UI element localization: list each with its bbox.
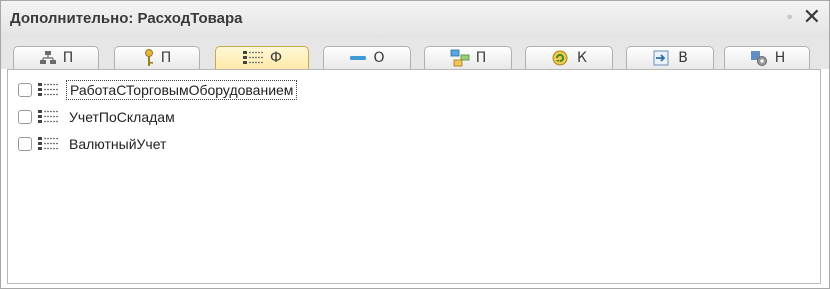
tab-7-label: В: [678, 50, 688, 66]
tree-grid-icon: [450, 49, 470, 67]
list-icon: [242, 50, 264, 66]
list-icon: [37, 82, 59, 98]
checkbox[interactable]: [18, 137, 32, 151]
tab-6-label: К: [577, 50, 587, 66]
tab-7[interactable]: В: [626, 46, 714, 69]
tab-8[interactable]: Н: [724, 46, 810, 69]
tab-2-label: П: [160, 50, 172, 66]
tab-2[interactable]: П: [114, 46, 200, 69]
tab-4[interactable]: О: [323, 46, 411, 69]
options-list: РаботаСТорговымОборудованием УчетПоСклад…: [7, 69, 821, 284]
option-label: УчетПоСкладам: [69, 109, 175, 125]
command-refresh-icon: [551, 49, 571, 67]
minus-bar-icon: [349, 53, 367, 63]
list-item[interactable]: ВалютныйУчет: [18, 133, 169, 155]
tab-5[interactable]: П: [424, 46, 512, 69]
tab-4-label: О: [373, 50, 385, 66]
key-icon: [143, 49, 155, 67]
window-title: Дополнительно: РасходТовара: [10, 10, 243, 27]
tab-5-label: П: [475, 50, 487, 66]
settings-icon: [749, 49, 769, 67]
close-icon[interactable]: ✕: [803, 5, 821, 30]
list-item[interactable]: РаботаСТорговымОборудованием: [18, 79, 298, 101]
list-icon: [37, 109, 59, 125]
tab-6[interactable]: К: [525, 46, 613, 69]
tab-8-label: Н: [774, 50, 786, 66]
tab-1-label: П: [62, 50, 74, 66]
hierarchy-icon: [39, 50, 57, 66]
option-label: РаботаСТорговымОборудованием: [66, 80, 298, 100]
option-label: ВалютныйУчет: [69, 136, 167, 152]
title-bar: Дополнительно: РасходТовара ● ✕: [1, 1, 829, 39]
tab-3[interactable]: Ф: [215, 46, 309, 69]
list-icon: [37, 136, 59, 152]
checkbox[interactable]: [18, 83, 32, 97]
tab-strip: П П Ф О П К В Н: [1, 39, 829, 69]
pin-icon[interactable]: ●: [786, 11, 793, 23]
properties-window: Дополнительно: РасходТовара ● ✕ П П Ф О …: [0, 0, 830, 289]
checkbox[interactable]: [18, 110, 32, 124]
tab-1[interactable]: П: [13, 46, 99, 69]
input-form-icon: [652, 49, 672, 67]
list-item[interactable]: УчетПоСкладам: [18, 106, 178, 128]
tab-3-label: Ф: [269, 50, 283, 66]
